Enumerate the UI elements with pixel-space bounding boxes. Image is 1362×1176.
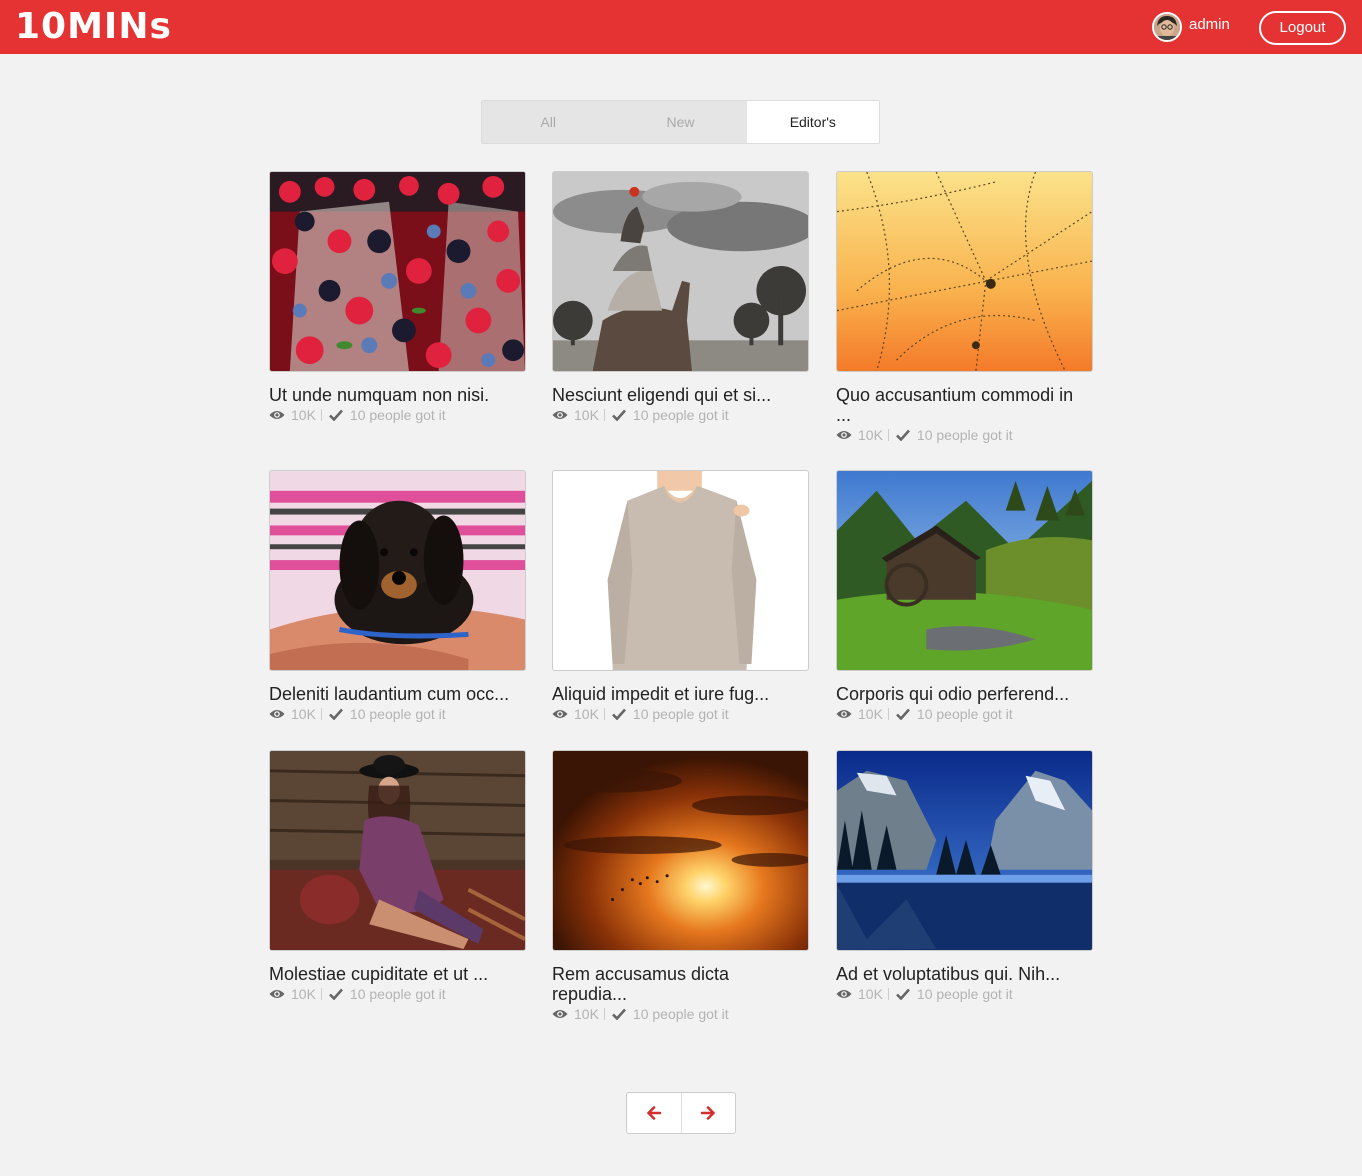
card-image-dew-web[interactable]	[836, 171, 1093, 372]
card-title[interactable]: Ut unde numquam non nisi.	[269, 385, 521, 405]
tab-editors[interactable]: Editor's	[746, 101, 879, 143]
card-image-fashion-model[interactable]	[269, 750, 526, 951]
view-count: 10K	[574, 706, 599, 722]
eye-icon	[552, 411, 568, 419]
logout-button[interactable]: Logout	[1259, 11, 1346, 45]
next-page-button[interactable]	[680, 1093, 736, 1133]
divider	[887, 988, 889, 1000]
card-title[interactable]: Aliquid impedit et iure fug...	[552, 684, 804, 704]
eye-icon	[269, 990, 285, 998]
card-title[interactable]: Corporis qui odio perferend...	[836, 684, 1088, 704]
card-meta: 10K 10 people got it	[269, 405, 526, 425]
card-image-sweater[interactable]	[552, 470, 809, 671]
view-count: 10K	[858, 427, 883, 443]
check-icon	[896, 708, 910, 720]
card[interactable]: Rem accusamus dicta repudia... 10K 10 pe…	[552, 750, 809, 1024]
view-count: 10K	[291, 986, 316, 1002]
view-count: 10K	[574, 407, 599, 423]
filter-tabs: All New Editor's	[481, 100, 880, 144]
divider	[603, 409, 605, 421]
arrow-right-icon	[701, 1106, 716, 1120]
got-it-count: 10 people got it	[632, 706, 729, 722]
got-it-count: 10 people got it	[916, 706, 1013, 722]
card[interactable]: Aliquid impedit et iure fug... 10K 10 pe…	[552, 470, 809, 724]
card-image-puppy[interactable]	[269, 470, 526, 671]
arrow-left-icon	[646, 1106, 661, 1120]
card-title[interactable]: Quo accusantium commodi in ...	[836, 385, 1088, 425]
avatar[interactable]	[1152, 12, 1182, 42]
check-icon	[329, 988, 343, 1000]
card-meta: 10K 10 people got it	[552, 405, 809, 425]
check-icon	[896, 429, 910, 441]
card-title[interactable]: Molestiae cupiditate et ut ...	[269, 964, 521, 984]
divider	[603, 1008, 605, 1020]
logo[interactable]: 10MINs	[15, 6, 172, 48]
divider	[887, 708, 889, 720]
view-count: 10K	[291, 706, 316, 722]
username[interactable]: admin	[1189, 16, 1230, 34]
check-icon	[329, 409, 343, 421]
eye-icon	[836, 431, 852, 439]
card-meta: 10K 10 people got it	[836, 704, 1093, 724]
card-meta: 10K 10 people got it	[269, 984, 526, 1004]
check-icon	[612, 1008, 626, 1020]
view-count: 10K	[858, 706, 883, 722]
card-image-sunset[interactable]	[552, 750, 809, 951]
card[interactable]: Deleniti laudantium cum occ... 10K 10 pe…	[269, 470, 526, 724]
divider	[603, 708, 605, 720]
card-image-mill-forest[interactable]	[836, 470, 1093, 671]
card-title[interactable]: Rem accusamus dicta repudia...	[552, 964, 804, 1004]
got-it-count: 10 people got it	[349, 986, 446, 1002]
card-title[interactable]: Nesciunt eligendi qui et si...	[552, 385, 804, 405]
view-count: 10K	[858, 986, 883, 1002]
card-title[interactable]: Deleniti laudantium cum occ...	[269, 684, 521, 704]
divider	[887, 429, 889, 441]
card-meta: 10K 10 people got it	[269, 704, 526, 724]
card-image-animal-stack[interactable]	[552, 171, 809, 372]
card-meta: 10K 10 people got it	[836, 984, 1093, 1004]
card[interactable]: Molestiae cupiditate et ut ... 10K 10 pe…	[269, 750, 526, 1004]
check-icon	[612, 409, 626, 421]
card-title[interactable]: Ad et voluptatibus qui. Nih...	[836, 964, 1088, 984]
top-bar: 10MINs admin Logout	[0, 0, 1362, 54]
view-count: 10K	[291, 407, 316, 423]
card-meta: 10K 10 people got it	[552, 704, 809, 724]
check-icon	[896, 988, 910, 1000]
card-image-berries[interactable]	[269, 171, 526, 372]
got-it-count: 10 people got it	[916, 427, 1013, 443]
eye-icon	[552, 1010, 568, 1018]
tab-new[interactable]: New	[614, 101, 746, 143]
eye-icon	[552, 710, 568, 718]
card[interactable]: Corporis qui odio perferend... 10K 10 pe…	[836, 470, 1093, 724]
got-it-count: 10 people got it	[632, 407, 729, 423]
check-icon	[612, 708, 626, 720]
eye-icon	[269, 710, 285, 718]
card[interactable]: Ut unde numquam non nisi. 10K 10 people …	[269, 171, 526, 425]
view-count: 10K	[574, 1006, 599, 1022]
card-image-mountain-lake[interactable]	[836, 750, 1093, 951]
got-it-count: 10 people got it	[632, 1006, 729, 1022]
got-it-count: 10 people got it	[916, 986, 1013, 1002]
check-icon	[329, 708, 343, 720]
eye-icon	[836, 710, 852, 718]
divider	[320, 988, 322, 1000]
got-it-count: 10 people got it	[349, 407, 446, 423]
pagination	[626, 1092, 736, 1134]
tab-all[interactable]: All	[482, 101, 614, 143]
card[interactable]: Nesciunt eligendi qui et si... 10K 10 pe…	[552, 171, 809, 425]
card[interactable]: Quo accusantium commodi in ... 10K 10 pe…	[836, 171, 1093, 445]
eye-icon	[836, 990, 852, 998]
card[interactable]: Ad et voluptatibus qui. Nih... 10K 10 pe…	[836, 750, 1093, 1004]
eye-icon	[269, 411, 285, 419]
card-meta: 10K 10 people got it	[552, 1004, 809, 1024]
card-meta: 10K 10 people got it	[836, 425, 1093, 445]
got-it-count: 10 people got it	[349, 706, 446, 722]
divider	[320, 708, 322, 720]
divider	[320, 409, 322, 421]
prev-page-button[interactable]	[627, 1093, 681, 1133]
